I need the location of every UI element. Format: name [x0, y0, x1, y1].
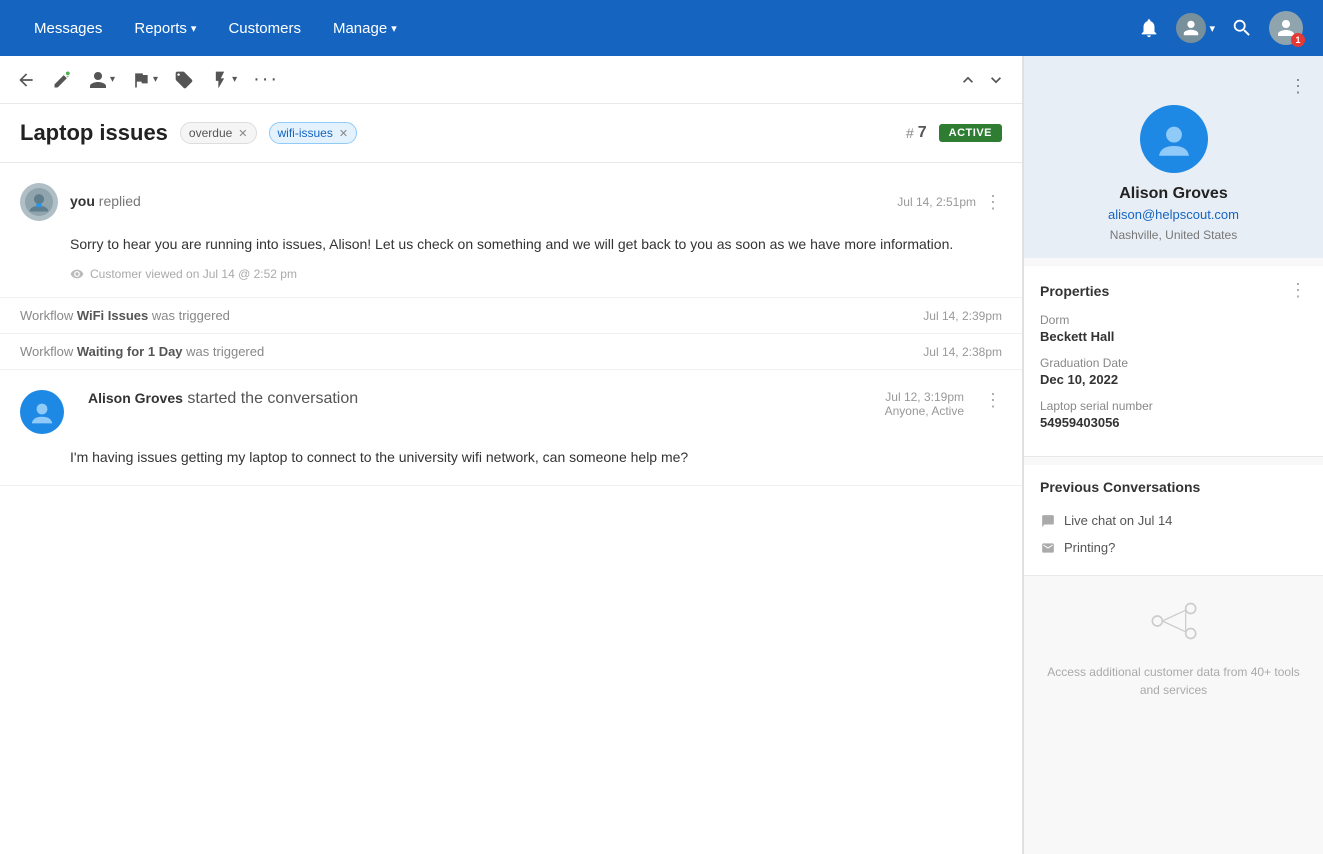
nav-manage[interactable]: Manage ▾	[319, 12, 411, 45]
customer-avatar	[1140, 105, 1208, 173]
prev-conv-email[interactable]: Printing?	[1040, 534, 1307, 561]
notifications-icon[interactable]	[1138, 17, 1160, 39]
workflow-timestamp-waiting: Jul 14, 2:38pm	[923, 345, 1002, 359]
alison-avatar	[20, 390, 64, 434]
search-icon[interactable]	[1231, 17, 1253, 39]
integration-nodes-icon	[1149, 596, 1199, 651]
message-viewed: Customer viewed on Jul 14 @ 2:52 pm	[70, 267, 1002, 281]
back-icon[interactable]	[16, 70, 36, 90]
customer-card: ⋮ Alison Groves alison@helpscout.com Nas…	[1024, 56, 1323, 258]
conversation-title: Laptop issues	[20, 120, 168, 146]
right-panel: ⋮ Alison Groves alison@helpscout.com Nas…	[1023, 56, 1323, 854]
message-you-replied: you replied Jul 14, 2:51pm ⋮ Sorry to he…	[0, 163, 1022, 298]
sender-you: you	[70, 193, 95, 209]
remove-wifi-tag[interactable]: ✕	[339, 127, 348, 140]
conversation-area: ▾ ▾ ▾ ···	[0, 56, 1023, 854]
graduation-value: Dec 10, 2022	[1040, 372, 1307, 387]
message-meta: you replied	[70, 193, 897, 211]
tag-overdue[interactable]: overdue ✕	[180, 122, 257, 144]
dorm-value: Beckett Hall	[1040, 329, 1307, 344]
more-icon[interactable]: ···	[253, 68, 279, 91]
graduation-label: Graduation Date	[1040, 356, 1307, 370]
alison-status: Anyone, Active	[885, 404, 964, 418]
notification-badge: 1	[1291, 33, 1305, 47]
tag-wifi[interactable]: wifi-issues ✕	[269, 122, 358, 144]
assign-icon[interactable]: ▾	[88, 70, 115, 90]
serial-value: 54959403056	[1040, 415, 1307, 430]
serial-label: Laptop serial number	[1040, 399, 1307, 413]
alison-message-more[interactable]: ⋮	[984, 390, 1002, 411]
nav-reports[interactable]: Reports ▾	[120, 12, 210, 45]
property-serial: Laptop serial number 54959403056	[1040, 399, 1307, 430]
add-note-icon[interactable]	[52, 70, 72, 90]
email-icon	[1040, 541, 1056, 555]
customer-card-more[interactable]: ⋮	[1289, 76, 1307, 97]
integration-text: Access additional customer data from 40+…	[1040, 663, 1307, 699]
prev-conv-title: Previous Conversations	[1040, 479, 1200, 495]
dorm-label: Dorm	[1040, 313, 1307, 327]
user-avatar[interactable]: 1	[1269, 11, 1303, 45]
previous-conversations-section: Previous Conversations Live chat on Jul …	[1024, 465, 1323, 576]
user-menu[interactable]: ▾	[1176, 13, 1215, 43]
prev-conversation-icon[interactable]	[958, 70, 978, 90]
workflow-name-waiting: Waiting for 1 Day	[77, 344, 183, 359]
property-graduation: Graduation Date Dec 10, 2022	[1040, 356, 1307, 387]
properties-title: Properties	[1040, 283, 1109, 299]
message-timestamp: Jul 14, 2:51pm	[897, 195, 976, 209]
alison-name: Alison Groves	[88, 390, 183, 406]
properties-more[interactable]: ⋮	[1289, 280, 1307, 301]
remove-overdue-tag[interactable]: ✕	[238, 127, 247, 140]
alison-message: Alison Groves started the conversation J…	[0, 370, 1022, 485]
nav-messages[interactable]: Messages	[20, 12, 116, 45]
integration-section: Access additional customer data from 40+…	[1024, 576, 1323, 719]
conversation-header: Laptop issues overdue ✕ wifi-issues ✕ # …	[0, 104, 1022, 163]
messages-container: you replied Jul 14, 2:51pm ⋮ Sorry to he…	[0, 163, 1022, 854]
tag-icon[interactable]	[174, 70, 194, 90]
customer-location: Nashville, United States	[1110, 228, 1237, 242]
agent-avatar	[20, 183, 58, 221]
workflow-timestamp-wifi: Jul 14, 2:39pm	[923, 309, 1002, 323]
nav-customers[interactable]: Customers	[214, 12, 315, 45]
conversation-toolbar: ▾ ▾ ▾ ···	[0, 56, 1022, 104]
workflow-event-waiting: Workflow Waiting for 1 Day was triggered…	[0, 334, 1022, 370]
customer-name: Alison Groves	[1119, 185, 1227, 203]
workflow-event-wifi: Workflow WiFi Issues was triggered Jul 1…	[0, 298, 1022, 334]
chat-icon	[1040, 514, 1056, 528]
message-more-menu[interactable]: ⋮	[984, 192, 1002, 213]
alison-message-body: I'm having issues getting my laptop to c…	[70, 446, 1002, 468]
workflow-name-wifi: WiFi Issues	[77, 308, 148, 323]
conversation-number: # 7	[906, 124, 927, 142]
action-icon[interactable]: ▾	[210, 70, 237, 90]
prev-conv-chat[interactable]: Live chat on Jul 14	[1040, 507, 1307, 534]
status-badge: ACTIVE	[939, 124, 1002, 142]
flag-icon[interactable]: ▾	[131, 70, 158, 90]
customer-email[interactable]: alison@helpscout.com	[1108, 207, 1239, 222]
alison-timestamp: Jul 12, 3:19pm	[885, 390, 964, 404]
next-conversation-icon[interactable]	[986, 70, 1006, 90]
top-navigation: Messages Reports ▾ Customers Manage ▾ ▾	[0, 0, 1323, 56]
property-dorm: Dorm Beckett Hall	[1040, 313, 1307, 344]
message-body: Sorry to hear you are running into issue…	[70, 233, 1002, 255]
properties-section: Properties ⋮ Dorm Beckett Hall Graduatio…	[1024, 266, 1323, 457]
